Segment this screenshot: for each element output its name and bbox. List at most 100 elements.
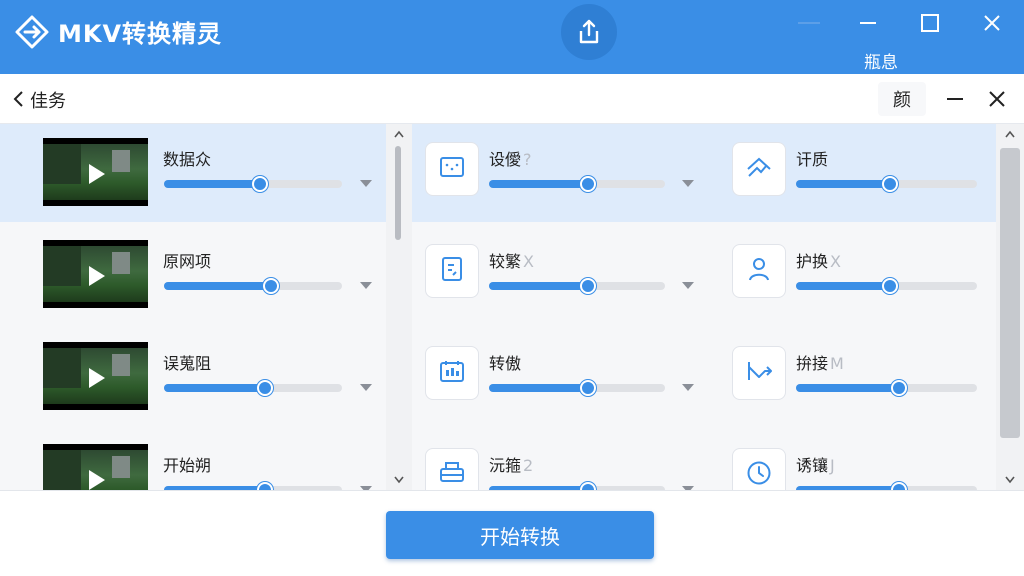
slider-knob[interactable] <box>257 482 274 490</box>
slider-knob[interactable] <box>262 278 279 294</box>
user-option-button[interactable] <box>732 244 786 298</box>
video-list-item[interactable]: 误蒐阻 <box>0 328 386 426</box>
option-label-suffix: J <box>830 456 835 475</box>
play-icon[interactable] <box>89 266 105 286</box>
printer-option-button[interactable] <box>425 448 479 490</box>
option-label-text: 护换 <box>796 252 829 271</box>
progress-slider[interactable] <box>164 380 342 396</box>
minimize-icon <box>860 22 876 24</box>
slider-fill <box>489 282 588 290</box>
scroll-up-icon[interactable] <box>394 130 404 138</box>
play-icon[interactable] <box>89 164 105 184</box>
options-grid: 设僾? 讦质 较繁 X 护换 X 转傲 拚接 M 沅箍 2 诱镶 J <box>412 124 996 490</box>
video-thumbnail[interactable] <box>43 138 148 206</box>
panel-minimize-button[interactable] <box>944 88 966 114</box>
slider-knob[interactable] <box>882 278 899 294</box>
option-label: 沅箍 2 <box>489 452 533 476</box>
play-icon[interactable] <box>89 368 105 388</box>
slider-knob[interactable] <box>579 176 596 192</box>
options-scrollbar[interactable] <box>996 124 1024 490</box>
panel-close-button[interactable] <box>986 88 1008 114</box>
option-row: 沅箍 2 诱镶 J <box>412 430 996 490</box>
notification-label[interactable]: 瓶息 <box>864 48 898 73</box>
scroll-down-icon[interactable] <box>1005 476 1015 484</box>
share-icon <box>579 19 599 44</box>
maximize-button[interactable] <box>914 8 946 38</box>
progress-slider[interactable] <box>489 176 665 192</box>
option-label-text: 沅箍 <box>489 456 522 475</box>
option-label: 转傲 <box>489 350 523 374</box>
dropdown-arrow-icon[interactable] <box>682 180 694 187</box>
scroll-down-icon[interactable] <box>394 476 404 484</box>
progress-slider[interactable] <box>489 380 665 396</box>
close-button[interactable] <box>976 8 1008 38</box>
title-bar: MKV转换精灵 瓶息 <box>0 0 1024 74</box>
slider-fill <box>164 384 266 392</box>
clock-option-button[interactable] <box>732 448 786 490</box>
close-icon <box>989 91 1005 107</box>
progress-slider[interactable] <box>164 278 342 294</box>
video-list-item[interactable]: 数据众 <box>0 124 386 222</box>
share-button[interactable] <box>561 4 617 60</box>
progress-slider[interactable] <box>796 176 977 192</box>
dropdown-arrow-icon[interactable] <box>360 282 372 289</box>
video-thumbnail[interactable] <box>43 444 148 490</box>
option-label-suffix: X <box>830 252 841 271</box>
dropdown-arrow-icon[interactable] <box>360 180 372 187</box>
video-list-item[interactable]: 原网项 <box>0 226 386 324</box>
progress-slider[interactable] <box>489 278 665 294</box>
clock-icon <box>746 460 772 490</box>
back-button[interactable] <box>12 90 26 112</box>
option-row: 较繁 X 护换 X <box>412 226 996 324</box>
scroll-up-icon[interactable] <box>1005 130 1015 138</box>
arrow-path-icon <box>745 359 773 387</box>
play-icon[interactable] <box>89 470 105 490</box>
option-label-text: 讦质 <box>796 150 829 169</box>
slider-knob[interactable] <box>891 482 908 490</box>
dropdown-arrow-icon[interactable] <box>682 384 694 391</box>
progress-slider[interactable] <box>796 380 977 396</box>
color-button[interactable]: 颜 <box>878 82 926 116</box>
option-label: 护换 X <box>796 248 841 272</box>
option-label: 讦质 <box>796 146 830 170</box>
option-label: 诱镶 J <box>796 452 835 476</box>
progress-slider[interactable] <box>164 176 342 192</box>
document-option-button[interactable] <box>425 244 479 298</box>
video-list-scrollbar[interactable] <box>386 124 412 490</box>
scroll-thumb[interactable] <box>1000 148 1020 438</box>
option-row: 转傲 拚接 M <box>412 328 996 426</box>
screen-option-button[interactable] <box>425 142 479 196</box>
slider-knob[interactable] <box>579 380 596 396</box>
thumbnail-tree <box>43 144 81 184</box>
slider-knob[interactable] <box>252 176 269 192</box>
minimize-button[interactable] <box>852 8 884 38</box>
video-list-item[interactable]: 开始朔 <box>0 430 386 490</box>
progress-slider[interactable] <box>796 278 977 294</box>
arrow-path-option-button[interactable] <box>732 346 786 400</box>
video-thumbnail[interactable] <box>43 342 148 410</box>
option-label-text: 设僾 <box>489 150 522 169</box>
slider-knob[interactable] <box>891 380 908 396</box>
slider-knob[interactable] <box>579 278 596 294</box>
calendar-option-button[interactable] <box>425 346 479 400</box>
route-option-button[interactable] <box>732 142 786 196</box>
divider <box>798 22 820 24</box>
dropdown-arrow-icon[interactable] <box>360 384 372 391</box>
video-name: 误蒐阻 <box>163 354 212 373</box>
slider-knob[interactable] <box>882 176 899 192</box>
video-name: 开始朔 <box>163 456 212 475</box>
slider-knob[interactable] <box>257 380 274 396</box>
dropdown-arrow-icon[interactable] <box>682 282 694 289</box>
option-label-text: 拚接 <box>796 354 829 373</box>
thumbnail-building <box>112 354 130 376</box>
user-icon <box>747 256 771 286</box>
slider-fill <box>164 180 261 188</box>
slider-knob[interactable] <box>579 482 596 490</box>
start-convert-button[interactable]: 开始转换 <box>386 511 654 559</box>
slider-fill <box>164 282 271 290</box>
scroll-thumb[interactable] <box>395 146 401 240</box>
document-icon <box>440 256 464 286</box>
option-row: 设僾? 讦质 <box>412 124 996 222</box>
thumbnail-building <box>112 456 130 478</box>
video-thumbnail[interactable] <box>43 240 148 308</box>
